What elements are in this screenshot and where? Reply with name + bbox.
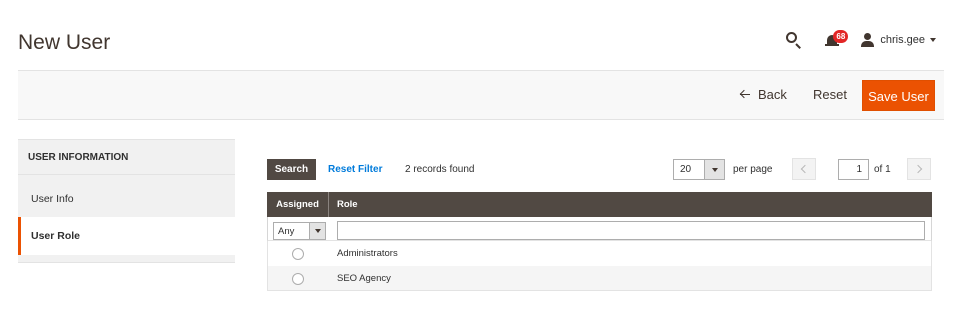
table-row[interactable]: SEO Agency xyxy=(267,266,932,291)
user-icon xyxy=(861,33,875,47)
previous-page-button[interactable] xyxy=(792,158,816,180)
assigned-radio[interactable] xyxy=(292,273,304,285)
arrow-left-icon xyxy=(739,89,750,100)
filter-row: Any xyxy=(267,217,932,241)
grid-toolbar: Search Reset Filter 2 records found 20 p… xyxy=(267,158,932,180)
tab-user-role[interactable]: User Role xyxy=(18,217,235,255)
reset-filter-link[interactable]: Reset Filter xyxy=(328,164,382,175)
reset-button[interactable]: Reset xyxy=(813,87,847,102)
search-icon[interactable] xyxy=(785,31,803,49)
chevron-left-icon xyxy=(800,164,810,174)
role-cell: SEO Agency xyxy=(337,273,391,284)
chevron-down-icon xyxy=(930,38,936,42)
per-page-select[interactable]: 20 xyxy=(673,159,725,180)
assigned-filter-toggle[interactable] xyxy=(309,223,325,239)
user-menu[interactable]: chris.gee xyxy=(861,33,936,47)
chevron-down-icon xyxy=(712,168,718,172)
roles-grid: Assigned Role Any Administrators SEO Age… xyxy=(267,192,932,291)
chevron-down-icon xyxy=(315,229,321,233)
role-cell: Administrators xyxy=(337,248,398,259)
grid-header: Assigned Role xyxy=(267,192,932,217)
assigned-filter-value: Any xyxy=(278,226,295,237)
user-name: chris.gee xyxy=(880,34,925,46)
page-of-total: of 1 xyxy=(874,164,891,175)
table-row[interactable]: Administrators xyxy=(267,241,932,266)
assigned-radio[interactable] xyxy=(292,248,304,260)
sidebar-heading: USER INFORMATION xyxy=(18,140,235,175)
notifications-button[interactable]: 68 xyxy=(825,30,849,49)
per-page-toggle[interactable] xyxy=(704,160,724,179)
header-actions: 68 chris.gee xyxy=(785,30,936,50)
per-page-value: 20 xyxy=(680,164,692,175)
records-found: 2 records found xyxy=(405,164,475,175)
current-page-input[interactable] xyxy=(838,159,869,180)
role-filter-input[interactable] xyxy=(337,221,925,240)
per-page-label: per page xyxy=(733,164,773,175)
search-button[interactable]: Search xyxy=(267,159,316,180)
page-actions-bar: Back Reset Save User xyxy=(18,70,944,120)
sidebar: USER INFORMATION User Info User Role xyxy=(18,139,235,263)
back-button[interactable]: Back xyxy=(739,87,787,102)
save-user-button[interactable]: Save User xyxy=(862,80,935,111)
back-button-label: Back xyxy=(758,87,787,102)
column-header-role[interactable]: Role xyxy=(337,192,358,217)
assigned-filter-select[interactable]: Any xyxy=(273,222,326,240)
tab-user-info[interactable]: User Info xyxy=(18,180,235,218)
chevron-right-icon xyxy=(913,164,923,174)
page-title: New User xyxy=(18,31,111,54)
column-header-assigned[interactable]: Assigned xyxy=(267,192,329,217)
notifications-badge: 68 xyxy=(833,30,849,43)
next-page-button[interactable] xyxy=(907,158,931,180)
